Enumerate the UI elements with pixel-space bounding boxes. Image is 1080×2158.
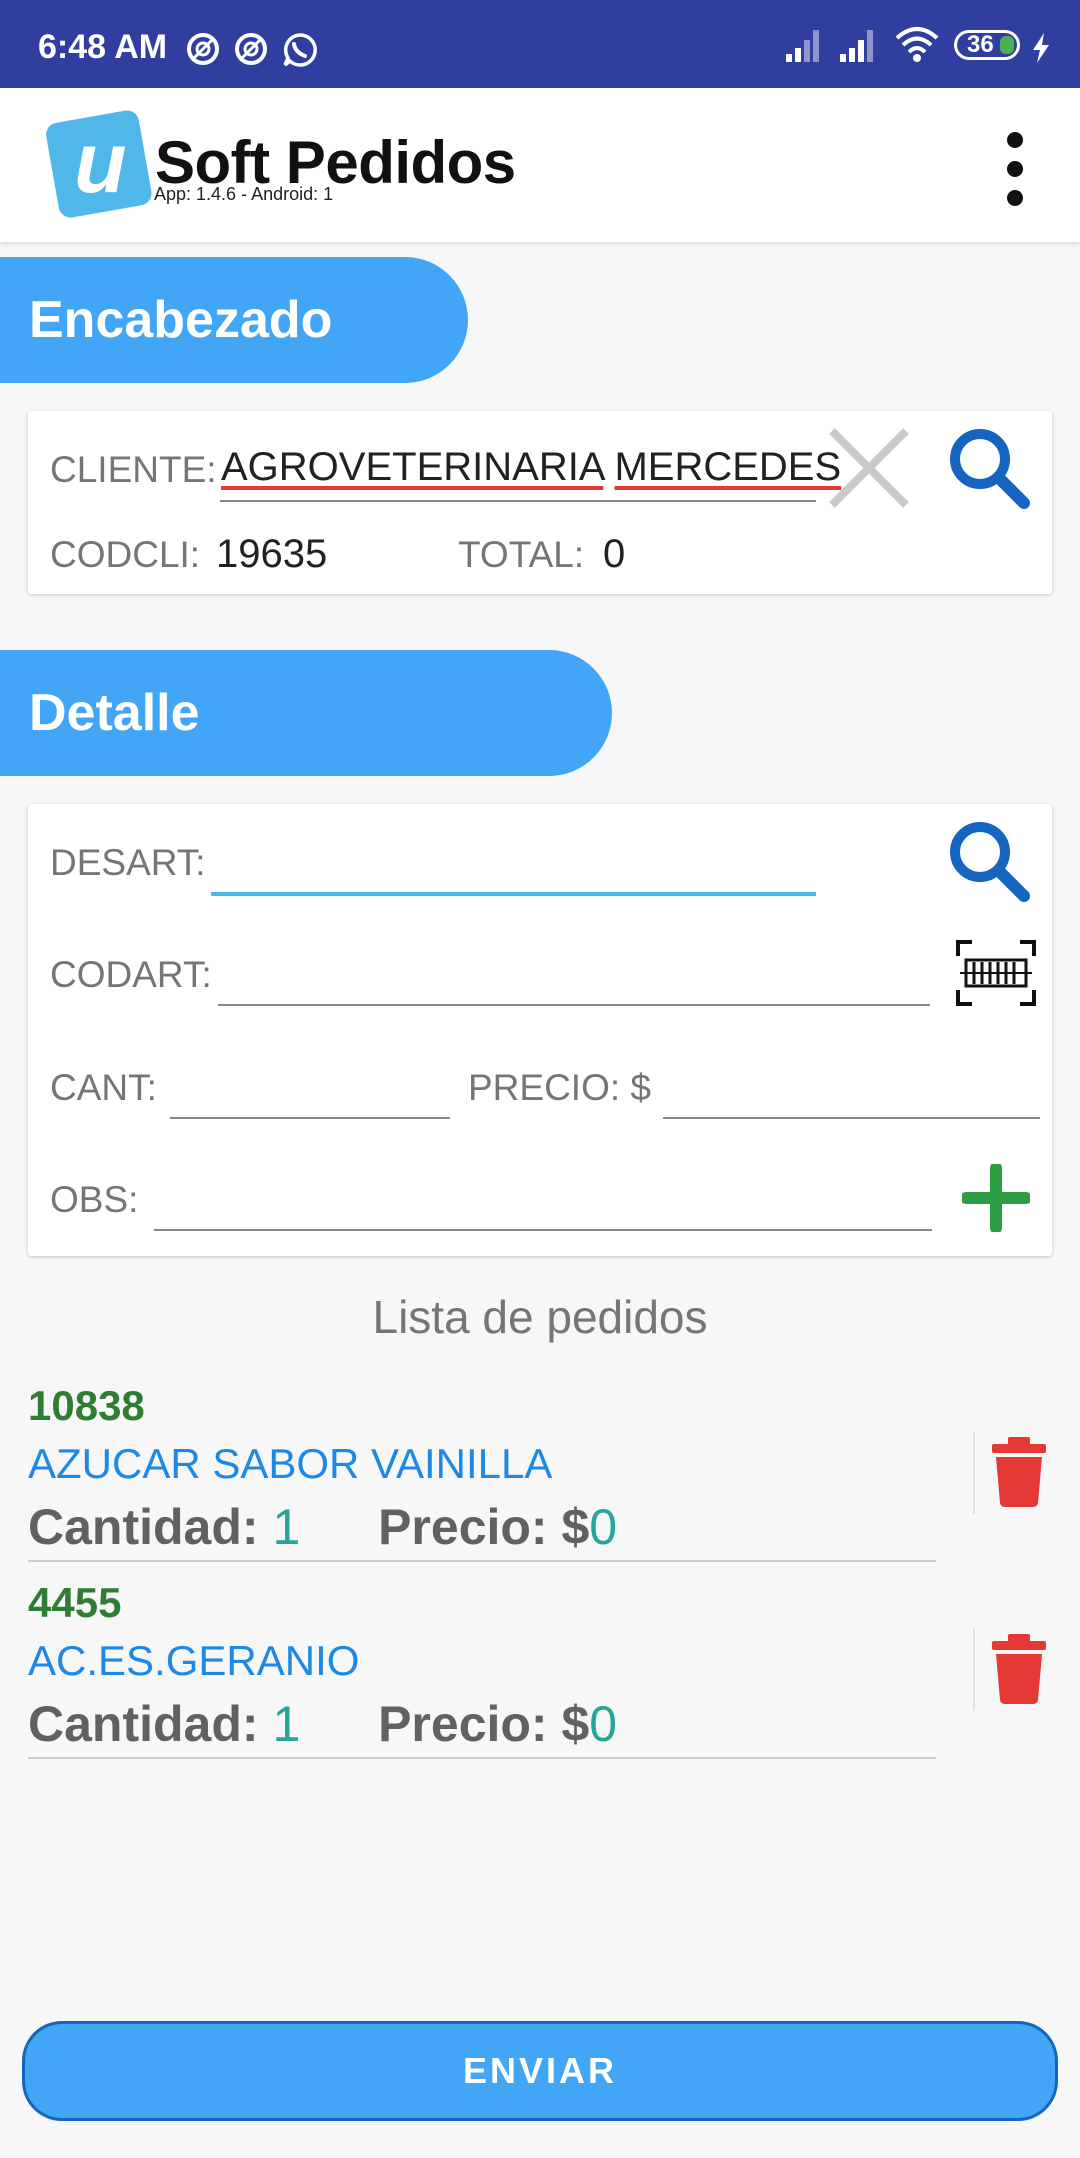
- search-icon[interactable]: [946, 425, 1032, 511]
- clear-icon[interactable]: [826, 425, 912, 511]
- cantidad-label: Cantidad:: [28, 1696, 259, 1752]
- wifi-icon: [895, 27, 939, 62]
- desart-label: DESART:: [50, 842, 206, 883]
- app-version: App: 1.4.6 - Android: 1: [154, 184, 334, 204]
- cliente-word: MERCEDES: [614, 445, 842, 489]
- add-icon[interactable]: [962, 1164, 1030, 1232]
- notification-icon: [235, 33, 267, 65]
- precio-value: 0: [589, 1499, 618, 1555]
- codcli-label: CODCLI:: [50, 534, 201, 575]
- cant-underline: [170, 1117, 450, 1119]
- precio-label: Precio: $: [378, 1696, 590, 1752]
- orders-list-title: Lista de pedidos: [372, 1291, 708, 1343]
- obs-label: OBS:: [50, 1179, 139, 1220]
- codcli-value: 19635: [216, 532, 328, 576]
- signal-icon: [786, 30, 819, 62]
- cantidad-label: Cantidad:: [28, 1499, 259, 1555]
- item-name: AC.ES.GERANIO: [28, 1637, 360, 1684]
- cliente-field[interactable]: AGROVETERINARIA MERCEDES: [221, 445, 841, 490]
- logo-letter: u: [74, 115, 127, 211]
- item-divider: [28, 1757, 936, 1759]
- cantidad-value: 1: [272, 1499, 301, 1555]
- precio-value: 0: [589, 1696, 618, 1752]
- delete-icon[interactable]: [992, 1437, 1046, 1507]
- codart-label: CODART:: [50, 954, 212, 995]
- whatsapp-icon: [283, 33, 317, 67]
- desart-input[interactable]: [214, 838, 814, 888]
- status-bar: 6:48 AM 36: [0, 0, 1080, 88]
- app-logo: u: [46, 110, 152, 218]
- cliente-underline: [220, 500, 816, 502]
- precio-input[interactable]: [664, 1062, 1040, 1112]
- precio-label: Precio: $: [378, 1499, 590, 1555]
- list-item: 4455 AC.ES.GERANIO Cantidad: 1 Precio: $…: [28, 1579, 936, 1773]
- cant-input[interactable]: [172, 1062, 450, 1112]
- cant-label: CANT:: [50, 1067, 157, 1108]
- list-item: 10838 AZUCAR SABOR VAINILLA Cantidad: 1 …: [28, 1382, 936, 1576]
- precio-label: PRECIO: $: [468, 1067, 651, 1108]
- item-meta: Cantidad: 1 Precio: $0: [28, 1695, 617, 1753]
- send-button[interactable]: ENVIAR: [22, 2021, 1058, 2121]
- total-value: 0: [603, 532, 626, 576]
- codart-input[interactable]: [220, 950, 930, 1000]
- delete-icon[interactable]: [992, 1634, 1046, 1704]
- section-encabezado: Encabezado: [0, 257, 468, 383]
- app-bar: u Soft Pedidos App: 1.4.6 - Android: 1: [0, 88, 1080, 242]
- battery-level: 36: [967, 31, 994, 58]
- total-label: TOTAL:: [458, 534, 585, 575]
- obs-input[interactable]: [156, 1174, 932, 1224]
- codart-underline: [218, 1004, 930, 1006]
- barcode-scan-icon[interactable]: [956, 940, 1036, 1006]
- cliente-word: AGROVETERINARIA: [221, 445, 604, 489]
- cliente-label: CLIENTE:: [50, 449, 217, 490]
- item-name: AZUCAR SABOR VAINILLA: [28, 1440, 553, 1487]
- item-code: 4455: [28, 1579, 122, 1626]
- header-card: CLIENTE: AGROVETERINARIA MERCEDES CODCLI…: [28, 411, 1052, 594]
- item-code: 10838: [28, 1382, 145, 1429]
- precio-underline: [663, 1117, 1040, 1119]
- status-time: 6:48 AM: [38, 28, 168, 66]
- search-icon[interactable]: [946, 818, 1032, 904]
- cantidad-value: 1: [272, 1696, 301, 1752]
- item-meta: Cantidad: 1 Precio: $0: [28, 1498, 617, 1556]
- item-divider-vertical: [973, 1432, 975, 1514]
- signal-icon: [840, 30, 873, 62]
- item-divider-vertical: [973, 1629, 975, 1711]
- notification-icon: [187, 33, 219, 65]
- charging-icon: [1033, 33, 1049, 63]
- desart-underline: [211, 892, 816, 896]
- detail-card: DESART: CODART: CANT: PRECIO: $ OBS:: [28, 804, 1052, 1256]
- battery-icon: 36: [954, 30, 1020, 60]
- obs-underline: [154, 1229, 932, 1231]
- more-options-icon[interactable]: [1000, 132, 1030, 242]
- item-divider: [28, 1560, 936, 1562]
- section-detalle: Detalle: [0, 650, 612, 776]
